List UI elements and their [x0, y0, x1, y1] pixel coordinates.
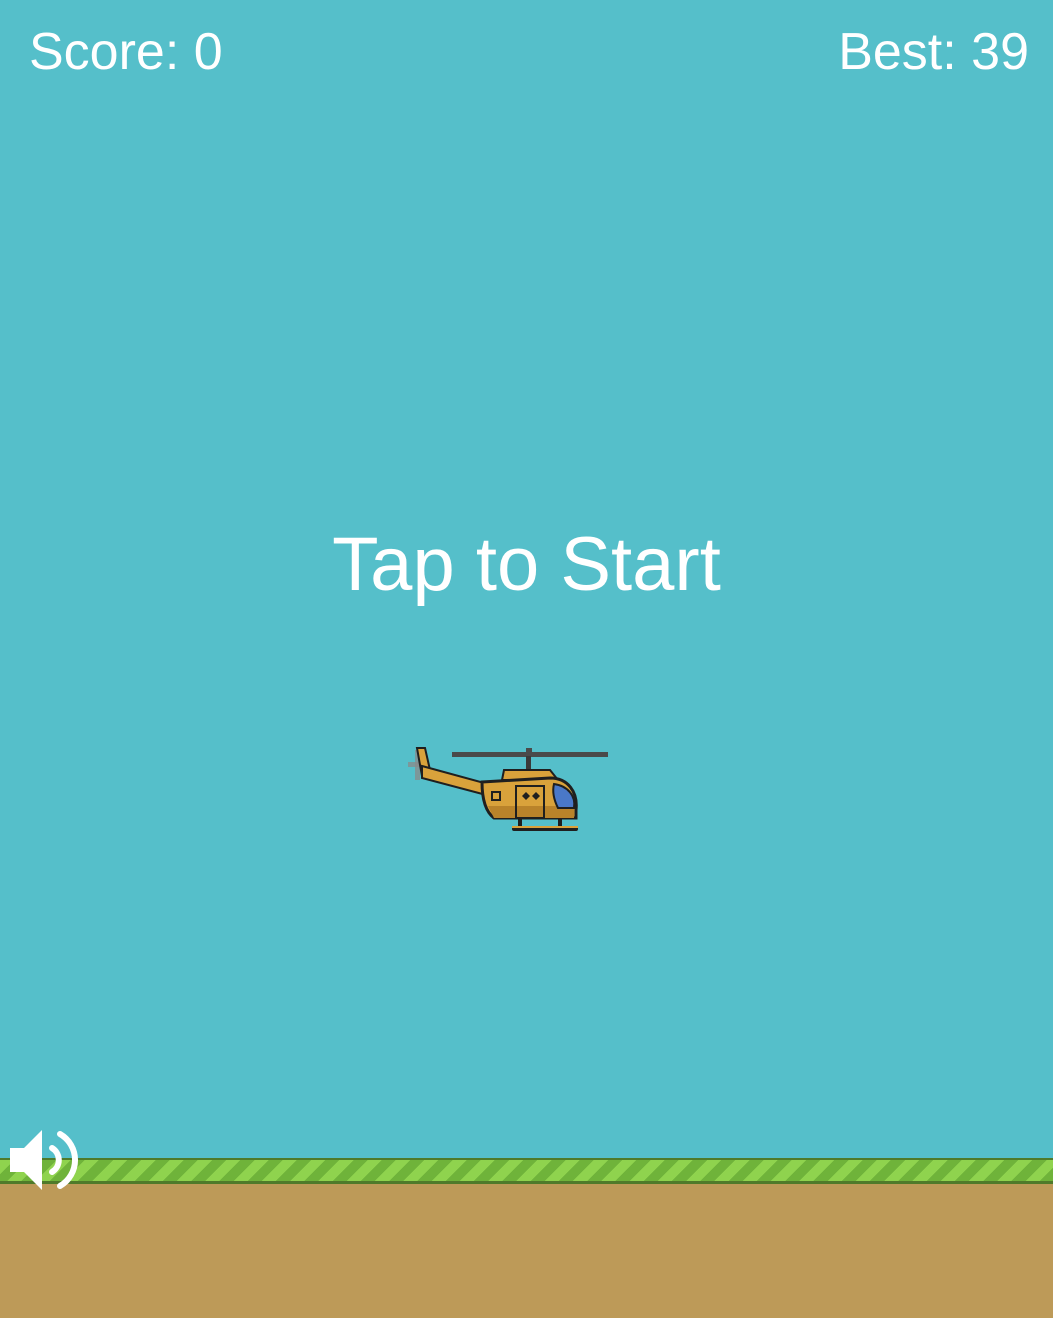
game-canvas[interactable]: Score: 0 Best: 39 Tap to Start	[0, 0, 1053, 1318]
tap-to-start-prompt[interactable]: Tap to Start	[0, 522, 1053, 608]
grass-strip	[0, 1158, 1053, 1184]
score-label: Score: 0	[29, 23, 223, 81]
best-score-label: Best: 39	[838, 23, 1029, 81]
helicopter-icon	[408, 747, 608, 831]
ground	[0, 1184, 1053, 1318]
speaker-on-icon[interactable]	[8, 1124, 82, 1196]
